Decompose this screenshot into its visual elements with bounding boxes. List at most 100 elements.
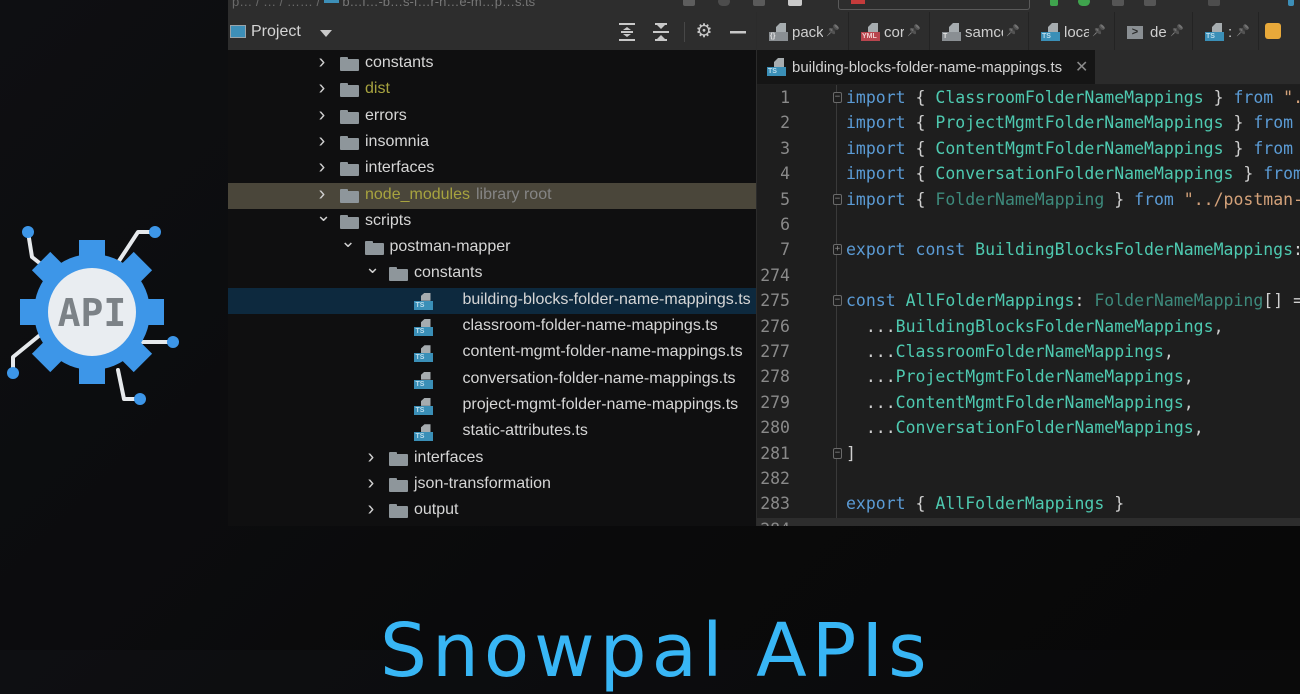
code-line[interactable]: 282 [757, 467, 1300, 492]
tree-folder[interactable]: › errors [228, 104, 756, 130]
code-line[interactable]: 276 ...BuildingBlocksFolderNameMappings, [757, 315, 1300, 340]
tree-folder[interactable]: › output [228, 498, 756, 524]
coverage-icon[interactable] [1112, 0, 1124, 6]
code-line[interactable]: 6 [757, 213, 1300, 238]
pinned-tab-label: cor [884, 24, 904, 41]
stop-icon[interactable] [788, 0, 802, 6]
chevron-right-icon[interactable]: › [365, 499, 377, 519]
package-icon[interactable] [1265, 23, 1281, 39]
git-icon[interactable] [683, 0, 695, 6]
chevron-right-icon[interactable]: › [316, 131, 328, 151]
line-number: 274 [760, 265, 790, 285]
active-editor-tab[interactable]: TS building-blocks-folder-name-mappings.… [757, 50, 1095, 84]
chevron-right-icon[interactable]: › [365, 447, 377, 467]
tree-file[interactable]: TS conversation-folder-name-mappings.ts [228, 367, 756, 393]
tree-folder[interactable]: › interfaces [228, 446, 756, 472]
chevron-right-icon[interactable]: › [316, 105, 328, 125]
code-line[interactable]: 281 −] [757, 442, 1300, 467]
code-line[interactable]: 277 ...ClassroomFolderNameMappings, [757, 340, 1300, 365]
pin-icon[interactable]: 📌 [1236, 24, 1250, 37]
chevron-right-icon[interactable]: › [316, 78, 328, 98]
code-line[interactable]: 279 ...ContentMgmtFolderNameMappings, [757, 391, 1300, 416]
pin-icon[interactable]: 📌 [1170, 24, 1184, 37]
breadcrumb[interactable]: p… / … / …… / TS b…i…-b…s-f…r-n…e-m…p…s.… [232, 0, 535, 9]
tree-folder[interactable]: › insomnia [228, 130, 756, 156]
pinned-tab[interactable]: > de 📌 [1115, 12, 1193, 50]
code-line[interactable]: 284 [757, 517, 1300, 526]
fold-expand-icon[interactable]: + [833, 244, 842, 256]
collapse-all-icon[interactable] [651, 22, 671, 42]
tree-item-label: errors [365, 106, 407, 124]
pinned-tab[interactable]: {} pack 📌 [757, 12, 849, 50]
code-line[interactable]: 275 − const AllFolderMappings: FolderNameM… [757, 289, 1300, 314]
debug-icon[interactable] [1078, 0, 1090, 6]
pinned-tab-label: : [1228, 24, 1233, 41]
pin-icon[interactable]: 📌 [1006, 24, 1020, 37]
tree-folder[interactable]: ⌄ scripts [228, 206, 756, 235]
project-title[interactable]: Project [251, 23, 301, 41]
pin-icon[interactable]: 📌 [1092, 24, 1106, 37]
ts-icon[interactable] [1288, 0, 1294, 6]
tree-file[interactable]: TS static-attributes.ts [228, 419, 756, 445]
fold-collapse-icon[interactable]: − [833, 193, 842, 205]
tree-folder[interactable]: › dist [228, 77, 756, 103]
minimize-icon[interactable] [728, 22, 748, 42]
run-configuration-select[interactable] [838, 0, 1030, 10]
code-line[interactable]: 283 export { AllFolderMappings } [757, 492, 1300, 517]
api-logo-text: API [58, 291, 127, 335]
code-line[interactable]: 7 + export const BuildingBlocksFolderNameM… [757, 238, 1300, 263]
tree-file[interactable]: TS building-blocks-folder-name-mappings.t… [228, 287, 756, 314]
code-text: ...ClassroomFolderNameMappings, [846, 342, 1174, 361]
chevron-right-icon[interactable]: › [365, 473, 377, 493]
code-line[interactable]: 278 ...ProjectMgmtFolderNameMappings, [757, 365, 1300, 390]
chevron-right-icon[interactable]: › [316, 52, 328, 72]
code-line[interactable]: 1 − import { ClassroomFolderNameMappings }… [757, 86, 1300, 111]
chevron-right-icon[interactable]: › [316, 157, 328, 177]
close-icon[interactable]: ✕ [1075, 57, 1088, 77]
tree-folder[interactable]: ⌄ postman-mapper [228, 232, 756, 261]
tree-folder[interactable]: › constants [228, 51, 756, 77]
line-number: 6 [780, 215, 790, 234]
chevron-down-icon[interactable]: ⌄ [341, 232, 356, 250]
gear-icon[interactable]: ⚙ [694, 22, 714, 42]
tree-item-label: building-blocks-folder-name-mappings.ts [462, 290, 751, 308]
tree-folder[interactable]: ⌄ constants [228, 258, 756, 287]
fold-collapse-icon[interactable]: − [833, 447, 842, 459]
line-number: 279 [760, 392, 790, 412]
tree-file[interactable]: TS classroom-folder-name-mappings.ts [228, 314, 756, 340]
tree-file[interactable]: TSfile-utils [228, 524, 756, 526]
search-icon[interactable] [718, 0, 730, 6]
pinned-tab[interactable]: YML cor 📌 [849, 12, 930, 50]
pinned-tab[interactable]: TS loca 📌 [1029, 12, 1115, 50]
code-line[interactable]: 5 − import { FolderNameMapping } from "../… [757, 188, 1300, 213]
chevron-down-icon[interactable]: ⌄ [365, 258, 380, 276]
vcs-icon[interactable] [1208, 0, 1220, 6]
code-line[interactable]: 280 ...ConversationFolderNameMappings, [757, 416, 1300, 441]
pinned-tab[interactable]: TS: 📌 [1193, 12, 1259, 50]
code-line[interactable]: 3 import { ContentMgmtFolderNameMappings … [757, 137, 1300, 162]
profile-icon[interactable] [1144, 0, 1156, 6]
tree-file[interactable]: TS content-mgmt-folder-name-mappings.ts [228, 340, 756, 366]
tree-item-label: constants [414, 264, 483, 282]
code-line[interactable]: 2 import { ProjectMgmtFolderNameMappings … [757, 111, 1300, 136]
fold-collapse-icon[interactable]: − [833, 92, 842, 103]
pin-icon[interactable]: 📌 [907, 24, 921, 37]
chevron-down-icon[interactable] [320, 30, 332, 37]
tree-folder[interactable]: › node_modules library root [228, 182, 756, 209]
run-icon[interactable] [1050, 0, 1058, 6]
code-editor[interactable]: 1− import { ClassroomFolderNameMappings }… [757, 85, 1300, 526]
tree-folder[interactable]: › json-transformation [228, 472, 756, 498]
build-icon[interactable] [753, 0, 765, 6]
fold-collapse-icon[interactable]: − [833, 295, 842, 307]
line-number: 275 [760, 291, 790, 311]
code-text: import { ContentMgmtFolderNameMappings }… [846, 138, 1294, 158]
code-line[interactable]: 4 import { ConversationFolderNameMappings… [757, 162, 1300, 187]
expand-all-icon[interactable] [617, 22, 637, 42]
tree-file[interactable]: TS project-mgmt-folder-name-mappings.ts [228, 393, 756, 419]
chevron-right-icon[interactable]: › [316, 184, 328, 204]
tree-folder[interactable]: › interfaces [228, 156, 756, 182]
pinned-tab[interactable]: Tsamcc📌 [930, 12, 1029, 50]
code-line[interactable]: 274 [757, 264, 1300, 289]
chevron-down-icon[interactable]: ⌄ [316, 206, 331, 224]
pin-icon[interactable]: 📌 [826, 24, 840, 37]
